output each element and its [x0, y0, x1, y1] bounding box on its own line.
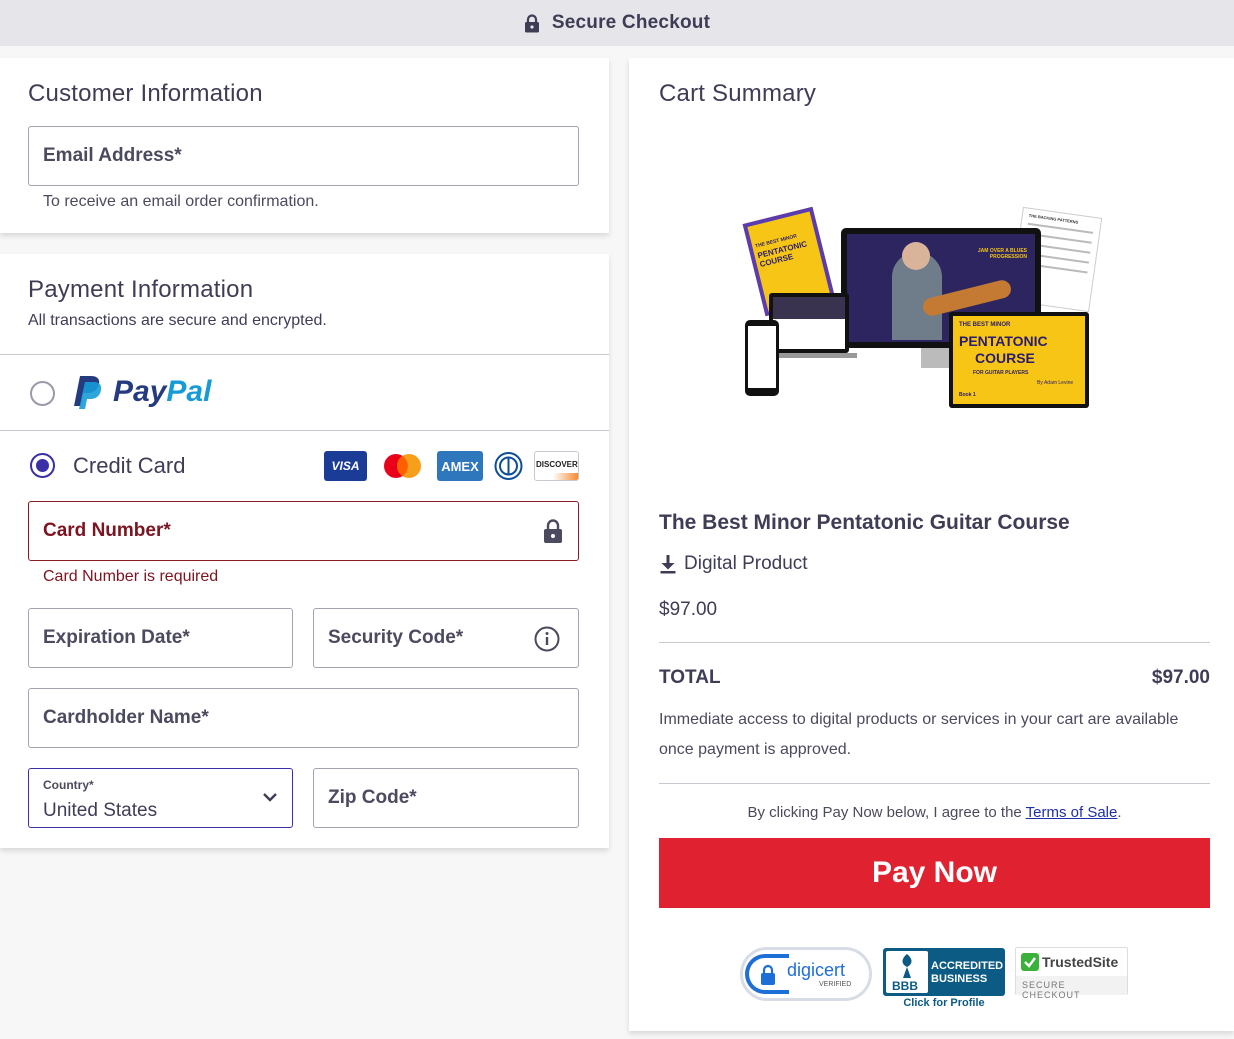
- zip-placeholder: Zip Code*: [328, 787, 417, 808]
- lock-icon: [524, 13, 539, 32]
- product-type: Digital Product: [684, 553, 808, 574]
- email-field[interactable]: Email Address*: [28, 126, 579, 186]
- diners-club-icon: [494, 452, 523, 480]
- total-value: $97.00: [1151, 667, 1210, 688]
- cardholder-name-field[interactable]: Cardholder Name*: [28, 688, 579, 748]
- country-select[interactable]: Country* United States: [28, 768, 293, 828]
- card-number-error: Card Number is required: [43, 568, 219, 585]
- country-label: Country*: [43, 778, 94, 792]
- zip-code-field[interactable]: Zip Code*: [313, 768, 579, 828]
- email-note: To receive an email order confirmation.: [43, 193, 319, 210]
- product-image: THE BEST MINOR PENTATONIC COURSE THE BAC…: [741, 206, 1109, 413]
- credit-card-radio[interactable]: [30, 453, 55, 478]
- product-price: $97.00: [659, 599, 718, 620]
- book-front: THE BEST MINOR PENTATONIC COURSE FOR GUI…: [949, 312, 1089, 408]
- card-number-placeholder: Card Number*: [43, 520, 171, 541]
- payment-subheading: All transactions are secure and encrypte…: [28, 312, 327, 329]
- bbb-torch-icon: [902, 954, 912, 978]
- customer-information-card: Customer Information Email Address* To r…: [0, 58, 609, 233]
- checkmark-icon: [1021, 953, 1039, 971]
- lock-icon: [761, 964, 775, 985]
- trustedsite-badge[interactable]: TrustedSite SECURE CHECKOUT: [1015, 947, 1128, 1000]
- bbb-logo-text: BBB: [892, 979, 918, 993]
- download-icon: [660, 555, 676, 574]
- cart-summary-heading: Cart Summary: [659, 80, 817, 107]
- lock-icon: [544, 519, 562, 543]
- paypal-label: PayPal: [113, 375, 212, 408]
- paypal-option[interactable]: PayPal: [0, 355, 609, 430]
- expiration-date-field[interactable]: Expiration Date*: [28, 608, 293, 668]
- security-code-field[interactable]: Security Code*: [313, 608, 579, 668]
- trustedsite-sub: SECURE CHECKOUT: [1022, 980, 1081, 1000]
- secure-checkout-bar: Secure Checkout: [0, 0, 1234, 46]
- discover-icon: DISCOVER: [534, 451, 579, 481]
- paypal-radio[interactable]: [30, 381, 55, 406]
- phone: [745, 320, 779, 396]
- digicert-label: digicert: [787, 960, 846, 980]
- terms-line: By clicking Pay Now below, I agree to th…: [659, 804, 1210, 821]
- trustedsite-label: TrustedSite: [1042, 954, 1119, 970]
- total-label: TOTAL: [659, 667, 721, 688]
- visa-icon: VISA: [324, 451, 367, 481]
- country-value: United States: [43, 800, 158, 821]
- cart-summary-card: Cart Summary THE BEST MINOR PENTATONIC C…: [629, 58, 1234, 1031]
- bbb-caption[interactable]: Click for Profile: [883, 997, 1005, 1009]
- pay-now-button[interactable]: Pay Now: [659, 838, 1210, 908]
- expiration-placeholder: Expiration Date*: [43, 627, 190, 648]
- digicert-badge[interactable]: digicert VERIFIED: [740, 947, 872, 1001]
- card-number-field[interactable]: Card Number*: [28, 501, 579, 561]
- product-name: The Best Minor Pentatonic Guitar Course: [659, 511, 1070, 534]
- customer-info-heading: Customer Information: [28, 80, 263, 107]
- page-title: Secure Checkout: [551, 12, 711, 33]
- terms-of-sale-link[interactable]: Terms of Sale: [1026, 804, 1118, 821]
- payment-information-card: Payment Information All transactions are…: [0, 254, 609, 848]
- cardholder-placeholder: Cardholder Name*: [43, 707, 209, 728]
- email-placeholder: Email Address*: [43, 145, 182, 166]
- bbb-line1: ACCREDITED: [931, 960, 1004, 972]
- divider: [659, 642, 1210, 643]
- chevron-down-icon: [263, 793, 277, 802]
- security-code-placeholder: Security Code*: [328, 627, 464, 648]
- credit-card-label: Credit Card: [73, 453, 186, 478]
- terms-prefix: By clicking Pay Now below, I agree to th…: [747, 804, 1026, 821]
- bbb-badge[interactable]: BBB ACCREDITED BUSINESS: [883, 948, 1005, 996]
- paypal-logo-icon: [74, 376, 102, 409]
- amex-icon: AMEX: [437, 451, 483, 481]
- laptop: [769, 293, 849, 353]
- mastercard-icon: [384, 454, 421, 478]
- info-icon[interactable]: [534, 626, 560, 652]
- terms-suffix: .: [1117, 804, 1122, 821]
- divider: [659, 783, 1210, 784]
- payment-info-heading: Payment Information: [28, 276, 254, 303]
- digicert-sub: VERIFIED: [819, 981, 852, 988]
- bbb-line2: BUSINESS: [931, 973, 988, 985]
- access-note: Immediate access to digital products or …: [659, 711, 1179, 758]
